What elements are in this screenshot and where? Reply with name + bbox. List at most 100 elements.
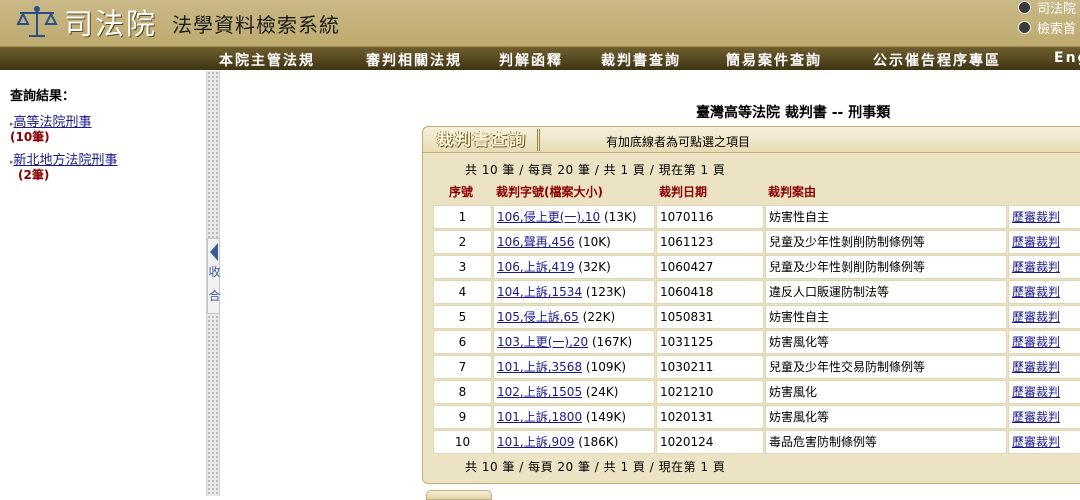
column-header: 裁判案由 <box>768 185 817 199</box>
history-cell: 歷審裁判 <box>1008 430 1080 454</box>
case-reason: 妨害風化等 <box>765 330 1007 354</box>
main-menu: 本院主管法規 審判相關法規 判解函釋 裁判書查詢 簡易案件查詢 公示催告程序專區… <box>0 46 1080 70</box>
arrow-left-icon <box>210 243 218 261</box>
judgment-date: 1030211 <box>656 355 764 379</box>
collapse-label: 合 <box>208 289 221 303</box>
top-link-home[interactable]: 檢索首 <box>1018 17 1080 37</box>
case-cell: 101,上訴,3568 (109K) <box>493 355 655 379</box>
file-size: (186K) <box>578 435 619 449</box>
table-row: 6 103,上更(一),20 (167K) 1031125 妨害風化等 歷審裁判 <box>433 330 1080 354</box>
history-judgments-link[interactable]: 歷審裁判 <box>1012 335 1060 349</box>
history-judgments-link[interactable]: 歷審裁判 <box>1012 235 1060 249</box>
menu-item-english[interactable]: Eng <box>1054 50 1080 66</box>
row-number: 6 <box>433 330 492 354</box>
table-row: 2 106,聲再,456 (10K) 1061123 兒童及少年性剝削防制條例等 歷審裁… <box>433 230 1080 254</box>
case-cell: 105,侵上訴,65 (22K) <box>493 305 655 329</box>
history-judgments-link[interactable]: 歷審裁判 <box>1012 385 1060 399</box>
file-size: (149K) <box>585 410 627 424</box>
case-number-link[interactable]: 106,聲再,456 <box>497 235 574 249</box>
top-links: 司法院 檢索首 <box>1018 0 1080 37</box>
history-judgments-link[interactable]: 歷審裁判 <box>1012 260 1060 274</box>
table-row: 7 101,上訴,3568 (109K) 1030211 兒童及少年性交易防制條例等歷… <box>433 355 1080 379</box>
collapse-button[interactable]: 收 合 <box>207 238 221 314</box>
pager-bottom: 共 10 筆 / 每頁 20 筆 / 共 1 頁 / 現在第 1 頁 <box>465 460 726 474</box>
menu-item-simple-cases[interactable]: 簡易案件查詢 <box>726 50 822 70</box>
history-judgments-link[interactable]: 歷審裁判 <box>1012 410 1060 424</box>
menu-item-trial-regulations[interactable]: 審判相關法規 <box>366 50 462 70</box>
top-link-judicial[interactable]: 司法院 <box>1018 0 1080 17</box>
history-judgments-link[interactable]: 歷審裁判 <box>1012 435 1060 449</box>
case-cell: 106,侵上更(一),10 (13K) <box>493 205 655 229</box>
history-cell: 歷審裁判 <box>1008 280 1080 304</box>
judgment-date: 1060427 <box>656 255 764 279</box>
case-number-link[interactable]: 106,侵上更(一),10 <box>497 210 600 224</box>
case-reason: 妨害風化 <box>765 380 1007 404</box>
history-judgments-link[interactable]: 歷審裁判 <box>1012 285 1060 299</box>
bottom-panel-tab[interactable] <box>426 490 492 500</box>
panel-note: 有加底線者為可點選之項目 <box>606 135 751 149</box>
court-count: (2筆) <box>18 168 50 182</box>
top-link-label: 檢索首 <box>1037 21 1077 37</box>
row-number: 10 <box>433 430 492 454</box>
case-reason: 兒童及少年性交易防制條例等 <box>765 355 1007 379</box>
file-size: (22K) <box>582 310 616 324</box>
case-number-link[interactable]: 104,上訴,1534 <box>497 285 582 299</box>
judgment-date: 1020131 <box>656 405 764 429</box>
row-number: 3 <box>433 255 492 279</box>
judgment-date: 1021210 <box>656 380 764 404</box>
case-cell: 103,上更(一),20 (167K) <box>493 330 655 354</box>
history-cell: 歷審裁判 <box>1008 380 1080 404</box>
case-number-link[interactable]: 101,上訴,909 <box>497 435 574 449</box>
file-size: (109K) <box>585 360 627 374</box>
file-size: (123K) <box>585 285 627 299</box>
history-cell: 歷審裁判 <box>1008 305 1080 329</box>
collapse-label: 收 <box>208 265 221 279</box>
sidebar-title: 查詢結果： <box>10 89 76 104</box>
case-number-link[interactable]: 101,上訴,1800 <box>497 410 582 424</box>
results-sidebar: 查詢結果： ▸高等法院刑事 (10筆) ▸新北地方法院刑事 (2筆) <box>0 71 206 496</box>
table-row: 3 106,上訴,419 (32K) 1060427 兒童及少年性剝削防制條例等 歷審裁… <box>433 255 1080 279</box>
history-cell: 歷審裁判 <box>1008 230 1080 254</box>
column-header: 序號 <box>449 185 474 199</box>
menu-item-regulations[interactable]: 本院主管法規 <box>219 50 315 70</box>
judgment-date: 1060418 <box>656 280 764 304</box>
tab-judgment-query[interactable]: 裁判書查詢 <box>431 129 541 151</box>
history-judgments-link[interactable]: 歷審裁判 <box>1012 360 1060 374</box>
row-number: 7 <box>433 355 492 379</box>
row-number: 5 <box>433 305 492 329</box>
case-cell: 101,上訴,1800 (149K) <box>493 405 655 429</box>
case-number-link[interactable]: 103,上更(一),20 <box>497 335 588 349</box>
case-cell: 101,上訴,909 (186K) <box>493 430 655 454</box>
table-row: 1 106,侵上更(一),10 (13K) 1070116 妨害性自主 歷審裁判 <box>433 205 1080 229</box>
menu-item-public-notice[interactable]: 公示催告程序專區 <box>873 50 1001 70</box>
file-size: (10K) <box>578 235 611 249</box>
case-number-link[interactable]: 101,上訴,3568 <box>497 360 582 374</box>
judgment-date: 1031125 <box>656 330 764 354</box>
case-number-link[interactable]: 105,侵上訴,65 <box>497 310 579 324</box>
column-header: 裁判字號(檔案大小) <box>496 185 603 199</box>
history-cell: 歷審裁判 <box>1008 355 1080 379</box>
site-logo[interactable]: 司法院 <box>14 2 157 42</box>
column-header: 裁判日期 <box>659 185 708 199</box>
row-number: 2 <box>433 230 492 254</box>
row-number: 1 <box>433 205 492 229</box>
history-judgments-link[interactable]: 歷審裁判 <box>1012 210 1060 224</box>
case-number-link[interactable]: 102,上訴,1505 <box>497 385 582 399</box>
history-cell: 歷審裁判 <box>1008 205 1080 229</box>
case-cell: 106,上訴,419 (32K) <box>493 255 655 279</box>
file-size: (167K) <box>592 335 633 349</box>
file-size: (24K) <box>585 385 619 399</box>
case-reason: 兒童及少年性剝削防制條例等 <box>765 255 1007 279</box>
file-size: (32K) <box>578 260 611 274</box>
court-count: (10筆) <box>10 130 50 144</box>
history-judgments-link[interactable]: 歷審裁判 <box>1012 310 1060 324</box>
row-number: 9 <box>433 405 492 429</box>
menu-item-interpretations[interactable]: 判解函釋 <box>499 50 563 70</box>
menu-item-judgments[interactable]: 裁判書查詢 <box>601 50 681 70</box>
case-reason: 毒品危害防制條例等 <box>765 430 1007 454</box>
table-row: 8 102,上訴,1505 (24K) 1021210 妨害風化 歷審裁判 <box>433 380 1080 404</box>
case-number-link[interactable]: 106,上訴,419 <box>497 260 574 274</box>
results-panel: 裁判書查詢 有加底線者為可點選之項目 共 10 筆 / 每頁 20 筆 / 共 … <box>422 126 1080 484</box>
page-title: 臺灣高等法院 裁判書 -- 刑事類 <box>696 105 891 121</box>
judgment-date: 1061123 <box>656 230 764 254</box>
